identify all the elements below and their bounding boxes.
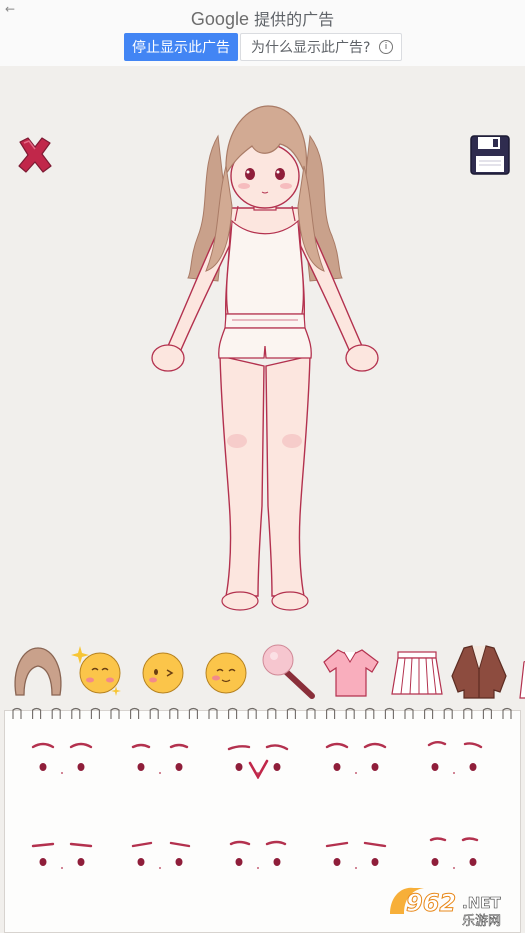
- notebook-ring: [443, 707, 453, 719]
- eye-option[interactable]: [419, 739, 489, 779]
- notebook-rings: [12, 707, 512, 719]
- close-icon[interactable]: [14, 134, 56, 176]
- hair-icon[interactable]: [8, 640, 66, 702]
- notebook-ring: [345, 707, 355, 719]
- eye-option[interactable]: [125, 834, 195, 874]
- site-watermark: 962 .NET 乐游网: [390, 887, 502, 929]
- notebook-ring: [463, 707, 473, 719]
- watermark-suffix: .NET: [462, 894, 501, 912]
- next-category-peek[interactable]: [512, 640, 525, 702]
- eye-option[interactable]: [27, 834, 97, 874]
- polo-shirt-icon[interactable]: [322, 640, 380, 702]
- makeup-brush-icon[interactable]: [260, 640, 318, 702]
- eye-option[interactable]: [223, 834, 293, 874]
- smile-face-icon[interactable]: [197, 640, 255, 702]
- ad-banner: ← Google 提供的广告 停止显示此广告 为什么显示此广告? i: [0, 0, 525, 66]
- sparkle-face-icon[interactable]: [70, 640, 128, 702]
- notebook-ring: [424, 707, 434, 719]
- eye-option[interactable]: [125, 739, 195, 779]
- notebook-ring: [110, 707, 120, 719]
- notebook-ring: [326, 707, 336, 719]
- notebook-ring: [130, 707, 140, 719]
- notebook-ring: [90, 707, 100, 719]
- ad-brand: Google: [190, 9, 249, 29]
- jacket-icon[interactable]: [450, 640, 508, 702]
- game-screen: { "ad_bar": { "back_glyph": "←", "brand"…: [0, 0, 525, 933]
- pleated-skirt-icon[interactable]: [388, 640, 446, 702]
- notebook-ring: [188, 707, 198, 719]
- notebook-ring: [51, 707, 61, 719]
- notebook-ring: [502, 707, 512, 719]
- notebook-ring: [149, 707, 159, 719]
- notebook-ring: [169, 707, 179, 719]
- notebook-ring: [365, 707, 375, 719]
- why-ad-label: 为什么显示此广告?: [251, 40, 371, 56]
- stop-ad-button[interactable]: 停止显示此广告: [124, 33, 238, 61]
- eye-option[interactable]: [321, 834, 391, 874]
- eye-option[interactable]: [419, 834, 489, 874]
- selected-check-icon: [248, 759, 269, 779]
- eye-option[interactable]: [223, 739, 293, 779]
- notebook-ring: [286, 707, 296, 719]
- notebook-ring: [208, 707, 218, 719]
- info-icon: i: [379, 40, 393, 54]
- notebook-ring: [404, 707, 414, 719]
- eye-option[interactable]: [27, 739, 97, 779]
- notebook-ring: [482, 707, 492, 719]
- character-doll: [151, 105, 379, 611]
- save-icon[interactable]: [469, 134, 511, 176]
- notebook-ring: [32, 707, 42, 719]
- ad-provided-text: 提供的广告: [254, 10, 335, 29]
- notebook-ring: [306, 707, 316, 719]
- wink-face-icon[interactable]: [134, 640, 192, 702]
- notebook-ring: [267, 707, 277, 719]
- eye-option[interactable]: [321, 739, 391, 779]
- category-bar: [0, 640, 525, 705]
- why-ad-button[interactable]: 为什么显示此广告? i: [240, 33, 402, 61]
- notebook-ring: [228, 707, 238, 719]
- watermark-logo: 962 .NET 乐游网: [390, 887, 502, 929]
- ad-title: Google 提供的广告: [0, 6, 525, 30]
- watermark-number: 962: [406, 889, 456, 917]
- notebook-ring: [12, 707, 22, 719]
- watermark-sub: 乐游网: [462, 914, 501, 929]
- notebook-ring: [384, 707, 394, 719]
- notebook-ring: [71, 707, 81, 719]
- notebook-ring: [247, 707, 257, 719]
